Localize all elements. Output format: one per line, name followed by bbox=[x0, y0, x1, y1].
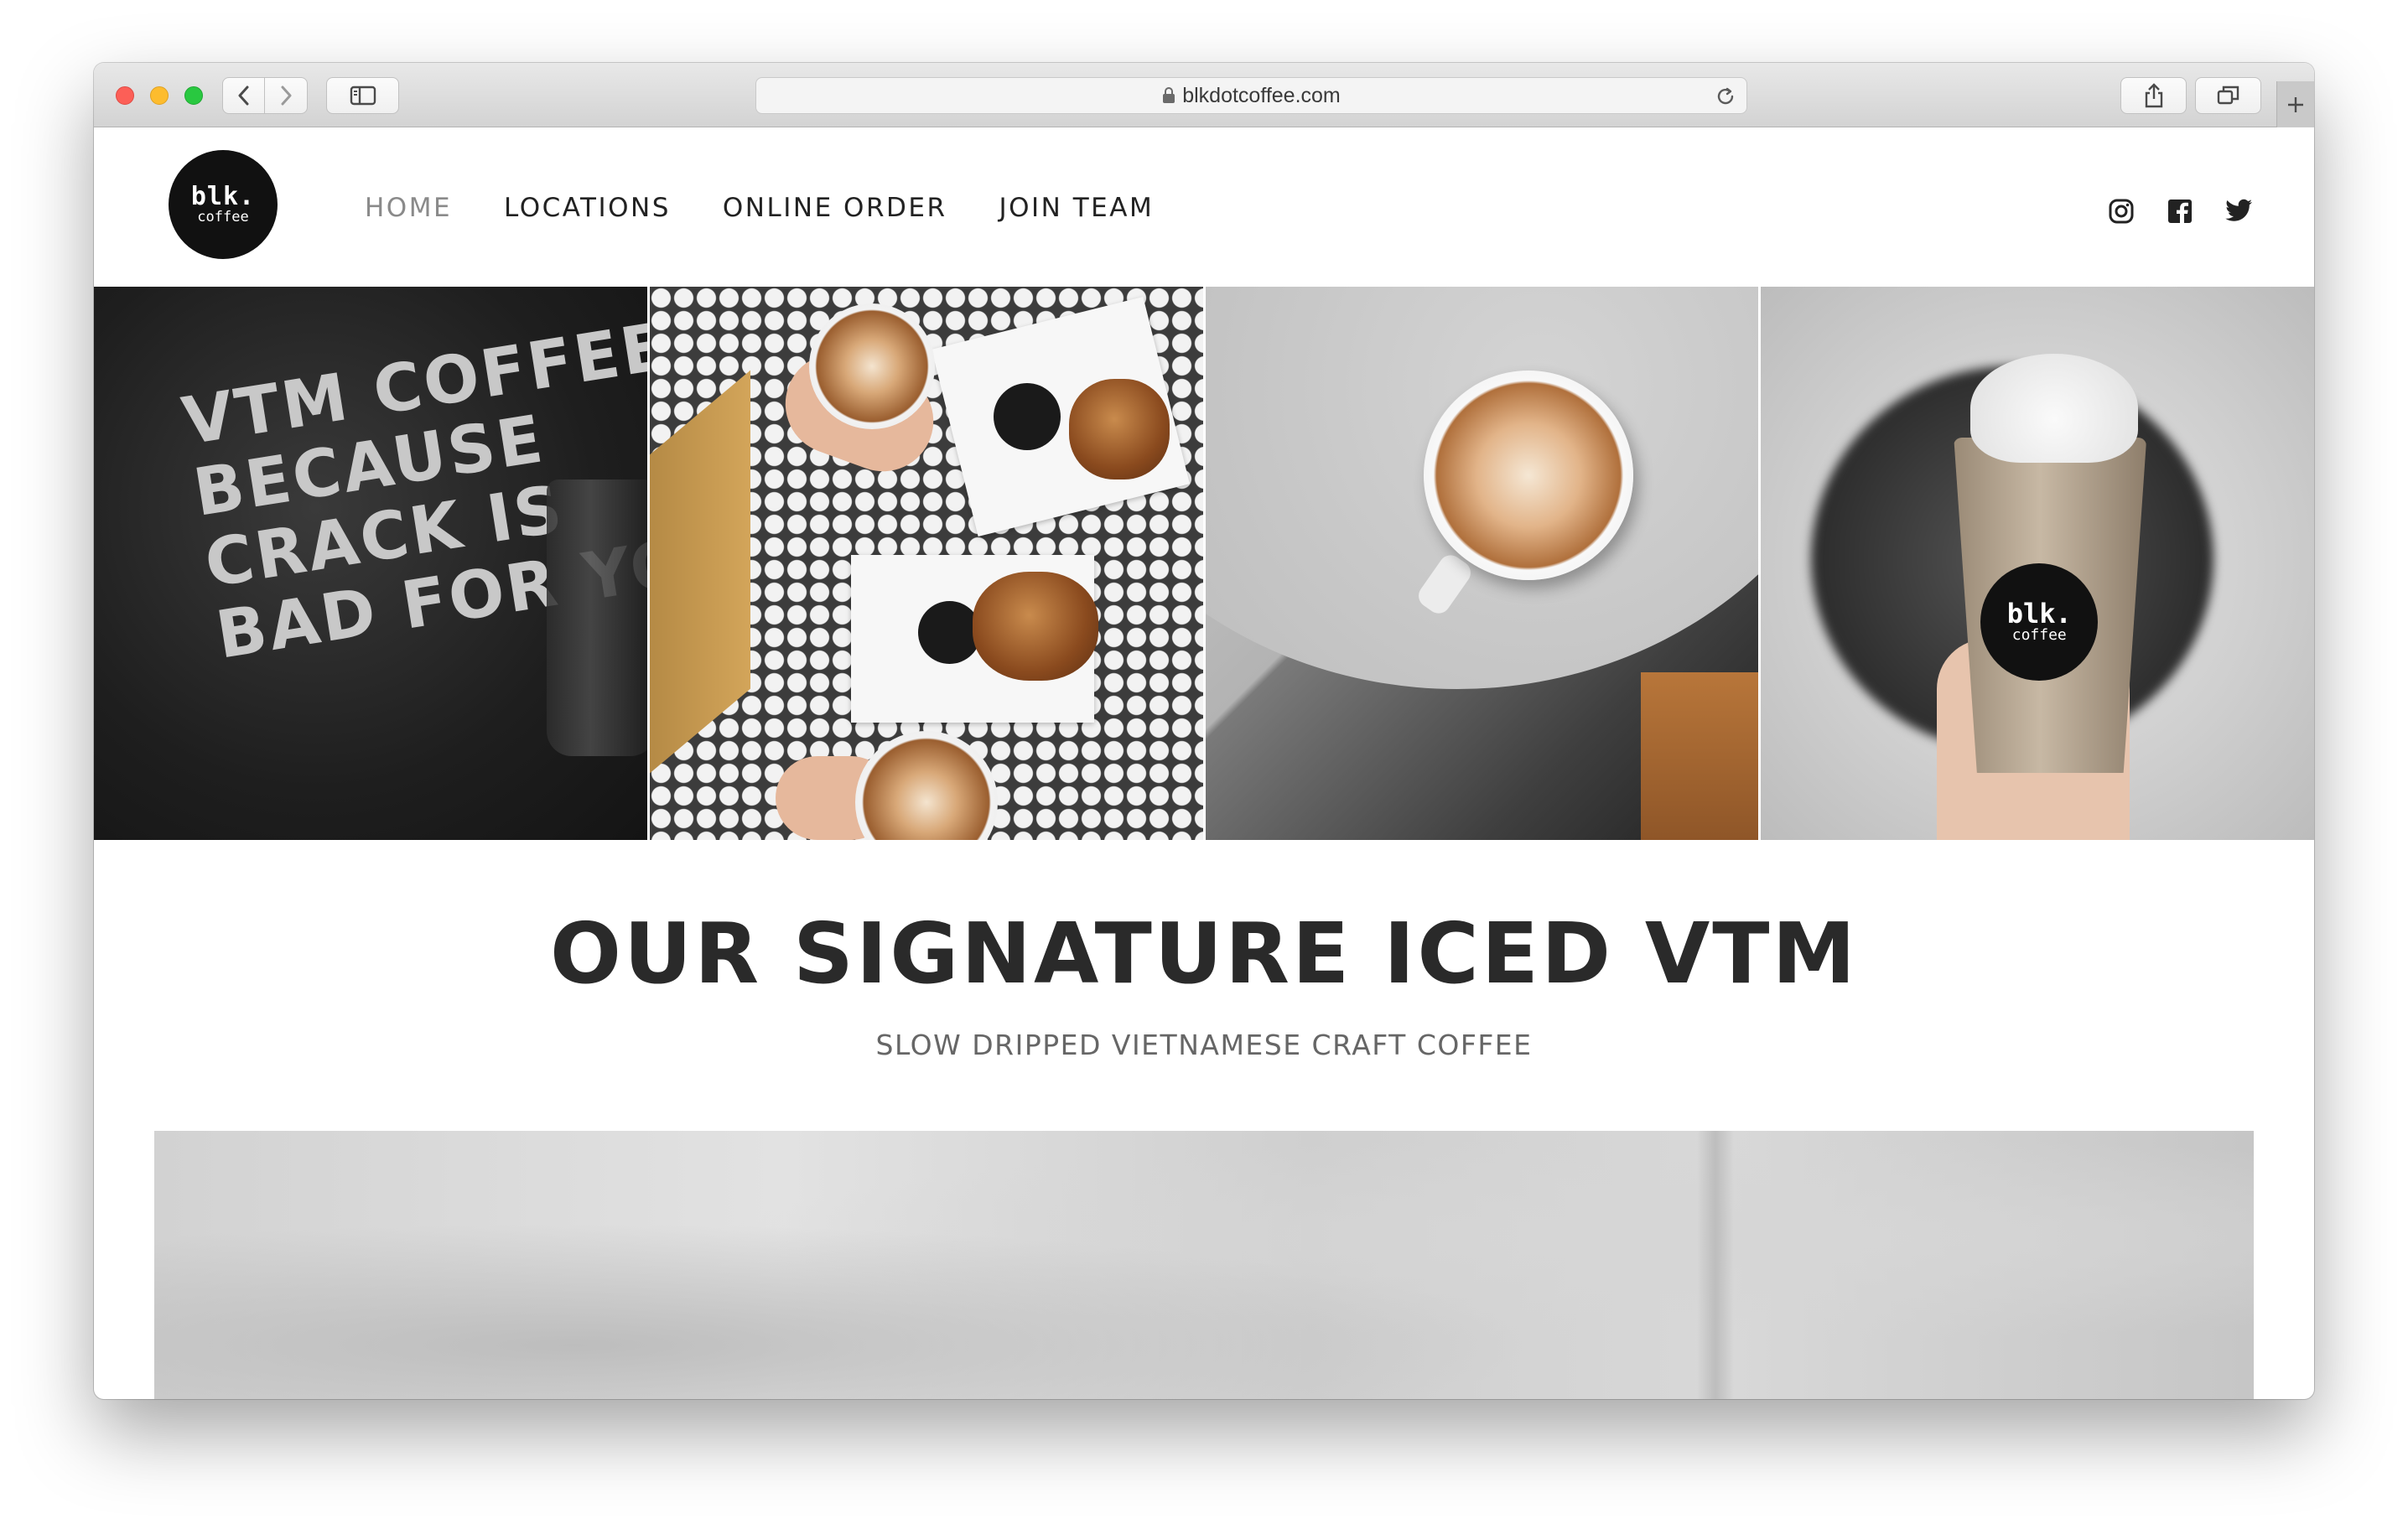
blk-sticker bbox=[917, 601, 981, 664]
browser-window: blkdotcoffee.com blk. coffee HOME LOCATI… bbox=[94, 63, 2314, 1399]
latte-art-photo bbox=[1205, 287, 1759, 840]
whipped-cream bbox=[1970, 354, 2139, 463]
iced-coffee-cup bbox=[546, 479, 647, 756]
zoom-window-button[interactable] bbox=[184, 86, 203, 105]
latte-cup bbox=[854, 731, 998, 840]
facebook-icon[interactable] bbox=[2165, 196, 2195, 226]
close-window-button[interactable] bbox=[116, 86, 134, 105]
address-bar[interactable]: blkdotcoffee.com bbox=[755, 77, 1747, 114]
main-nav: HOME LOCATIONS ONLINE ORDER JOIN TEAM bbox=[365, 191, 1206, 225]
minimize-window-button[interactable] bbox=[150, 86, 169, 105]
instagram-icon[interactable] bbox=[2106, 196, 2136, 226]
tshirt-photo: VTM COFFEE BECAUSE CRACK IS BAD FOR YOU. bbox=[94, 287, 647, 840]
chevron-right-icon bbox=[281, 86, 292, 106]
twitter-icon[interactable] bbox=[2224, 196, 2254, 226]
tabs-overview-icon bbox=[2217, 86, 2239, 105]
share-button[interactable] bbox=[2120, 77, 2187, 114]
iced-drink-photo: blk. coffee bbox=[1761, 287, 2314, 840]
nav-home[interactable]: HOME bbox=[365, 191, 452, 225]
chevron-left-icon bbox=[238, 86, 248, 106]
latte-cup bbox=[808, 303, 935, 429]
latte-pastry-photo bbox=[649, 287, 1203, 840]
sidebar-toggle-button[interactable] bbox=[326, 77, 399, 114]
lock-icon bbox=[1162, 87, 1175, 104]
logo-main-text: blk. bbox=[190, 182, 256, 211]
nav-locations[interactable]: LOCATIONS bbox=[504, 191, 671, 225]
muffin bbox=[1068, 379, 1170, 479]
croissant bbox=[972, 572, 1098, 681]
blk-coffee-logo[interactable]: blk. coffee bbox=[169, 150, 278, 259]
new-tab-button[interactable] bbox=[2276, 81, 2314, 127]
cup-logo-badge: blk. coffee bbox=[1980, 563, 2099, 681]
banner-image bbox=[154, 1131, 2254, 1399]
tabs-overview-button[interactable] bbox=[2195, 77, 2261, 114]
nav-join-team[interactable]: JOIN TEAM bbox=[999, 191, 1154, 225]
logo-sub-text: coffee bbox=[197, 209, 249, 225]
forward-button[interactable] bbox=[265, 77, 308, 114]
sidebar-icon bbox=[350, 86, 376, 106]
plus-icon bbox=[2288, 96, 2303, 112]
hero-subtitle: SLOW DRIPPED VIETNAMESE CRAFT COFFEE bbox=[875, 1029, 1533, 1061]
url-text: blkdotcoffee.com bbox=[1182, 83, 1341, 107]
reload-icon[interactable] bbox=[1715, 86, 1736, 111]
photo-strip: VTM COFFEE BECAUSE CRACK IS BAD FOR YOU. bbox=[94, 287, 2314, 840]
blk-sticker bbox=[993, 383, 1061, 450]
share-icon bbox=[2145, 83, 2162, 108]
social-links bbox=[2106, 196, 2254, 226]
latte-cup bbox=[1423, 371, 1633, 580]
nav-online-order[interactable]: ONLINE ORDER bbox=[723, 191, 947, 225]
browser-toolbar: blkdotcoffee.com bbox=[94, 63, 2314, 127]
hero-title: OUR SIGNATURE ICED VTM bbox=[549, 905, 1859, 1003]
back-button[interactable] bbox=[222, 77, 265, 114]
